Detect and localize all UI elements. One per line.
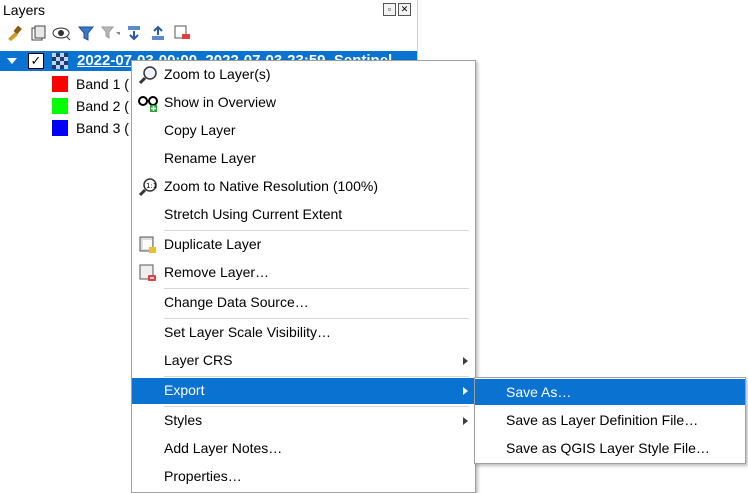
menu-item-scale-visibility[interactable]: Set Layer Scale Visibility… [132, 320, 475, 346]
submenu-arrow-icon [463, 387, 468, 395]
menu-item-label: Stretch Using Current Extent [164, 206, 343, 222]
layers-toolbar [4, 22, 192, 44]
submenu-item-save-qgis-style[interactable]: Save as QGIS Layer Style File… [475, 435, 745, 461]
menu-item-rename-layer[interactable]: Rename Layer [132, 146, 475, 172]
expand-all-icon[interactable] [124, 23, 144, 43]
filter-legend-icon[interactable] [76, 23, 96, 43]
submenu-item-label: Save as QGIS Layer Style File… [506, 440, 710, 456]
filter-by-expression-icon[interactable] [100, 23, 120, 43]
band-label: Band 3 ( [76, 120, 129, 136]
menu-separator [164, 318, 469, 319]
menu-item-label: Set Layer Scale Visibility… [164, 324, 332, 340]
menu-item-label: Zoom to Layer(s) [164, 66, 271, 82]
menu-separator [164, 376, 469, 377]
band-3-swatch [52, 120, 68, 136]
panel-window-buttons: ▫ ✕ [383, 3, 411, 16]
menu-item-styles[interactable]: Styles [132, 408, 475, 434]
layer-context-menu: Zoom to Layer(s) Show in Overview Copy L… [131, 60, 476, 493]
menu-item-zoom-to-layer[interactable]: Zoom to Layer(s) [132, 62, 475, 88]
submenu-item-save-layer-definition[interactable]: Save as Layer Definition File… [475, 407, 745, 433]
expand-arrow-icon[interactable] [7, 58, 17, 64]
panel-title: Layers [3, 2, 46, 18]
menu-item-stretch-extent[interactable]: Stretch Using Current Extent [132, 202, 475, 228]
band-row: Band 3 ( [52, 119, 129, 137]
submenu-item-label: Save As… [506, 384, 572, 400]
manage-visibility-icon[interactable] [52, 23, 72, 43]
menu-separator [164, 288, 469, 289]
zoom-to-layer-icon [138, 65, 158, 85]
menu-separator [164, 406, 469, 407]
menu-item-label: Styles [164, 412, 203, 428]
menu-item-export[interactable]: Export [132, 378, 475, 404]
layer-visibility-checkbox[interactable]: ✓ [28, 53, 44, 69]
submenu-item-save-as[interactable]: Save As… [475, 379, 745, 405]
menu-item-show-in-overview[interactable]: Show in Overview [132, 90, 475, 116]
menu-item-label: Copy Layer [164, 122, 236, 138]
add-group-icon[interactable] [28, 23, 48, 43]
menu-item-label: Export [164, 382, 205, 398]
menu-item-label: Zoom to Native Resolution (100%) [164, 178, 378, 194]
restore-icon[interactable]: ▫ [383, 3, 396, 16]
zoom-native-icon: 1:1 [138, 177, 158, 197]
band-1-swatch [52, 76, 68, 92]
band-label: Band 1 ( [76, 76, 129, 92]
menu-item-layer-crs[interactable]: Layer CRS [132, 348, 475, 374]
menu-item-label: Layer CRS [164, 352, 233, 368]
menu-item-label: Change Data Source… [164, 294, 309, 310]
submenu-arrow-icon [463, 357, 468, 365]
band-row: Band 1 ( [52, 75, 129, 93]
menu-item-change-data-source[interactable]: Change Data Source… [132, 290, 475, 316]
menu-item-zoom-native[interactable]: 1:1 Zoom to Native Resolution (100%) [132, 174, 475, 200]
menu-item-label: Show in Overview [164, 94, 277, 110]
duplicate-layer-icon [138, 235, 158, 255]
submenu-arrow-icon [463, 417, 468, 425]
svg-text:1:1: 1:1 [146, 182, 157, 190]
raster-layer-icon [52, 53, 68, 69]
menu-item-add-layer-notes[interactable]: Add Layer Notes… [132, 436, 475, 462]
menu-item-properties[interactable]: Properties… [132, 464, 475, 490]
open-layer-styling-icon[interactable] [4, 23, 24, 43]
band-row: Band 2 ( [52, 97, 129, 115]
menu-item-remove-layer[interactable]: Remove Layer… [132, 260, 475, 286]
band-label: Band 2 ( [76, 98, 129, 114]
menu-item-label: Rename Layer [164, 150, 256, 166]
remove-layer-icon[interactable] [172, 23, 192, 43]
menu-item-label: Properties… [164, 468, 242, 484]
export-submenu: Save As… Save as Layer Definition File… … [474, 377, 746, 464]
menu-item-label: Duplicate Layer [164, 236, 262, 252]
menu-separator [164, 230, 469, 231]
submenu-item-label: Save as Layer Definition File… [506, 412, 699, 428]
show-overview-icon [138, 93, 158, 113]
collapse-all-icon[interactable] [148, 23, 168, 43]
band-2-swatch [52, 98, 68, 114]
remove-layer-icon [138, 263, 158, 283]
menu-item-label: Remove Layer… [164, 264, 270, 280]
menu-item-duplicate-layer[interactable]: Duplicate Layer [132, 232, 475, 258]
menu-item-copy-layer[interactable]: Copy Layer [132, 118, 475, 144]
close-icon[interactable]: ✕ [398, 3, 411, 16]
menu-item-label: Add Layer Notes… [164, 440, 283, 456]
